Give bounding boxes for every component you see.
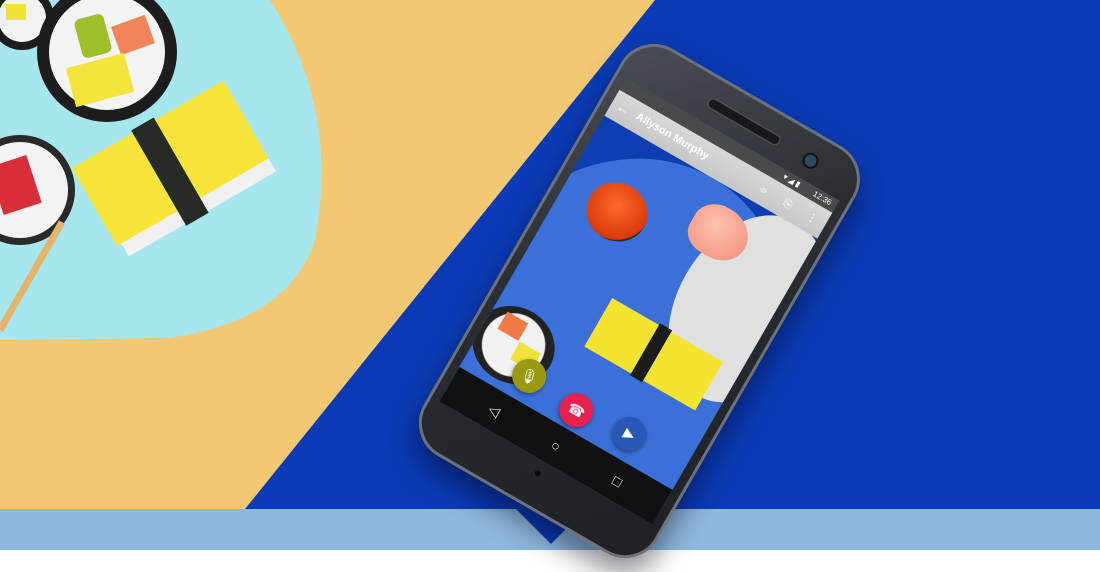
- recents-square-icon[interactable]: □: [604, 467, 631, 494]
- switch-camera-icon[interactable]: ⎘: [778, 195, 797, 214]
- home-circle-icon[interactable]: ○: [542, 432, 569, 459]
- back-triangle-icon[interactable]: ◁: [481, 396, 508, 423]
- phone-hangup-icon: ☎: [564, 398, 588, 422]
- videocam-icon: ▶: [620, 424, 639, 444]
- mic-icon: 🎙: [517, 364, 541, 388]
- arrow-left-icon[interactable]: ←: [614, 98, 636, 120]
- promo-scene: ▾◢▮ 12:36 ← Allyson Murphy ⌯ ⎘ ⋮ 🎙 ☎ ▶ ◁…: [0, 0, 1100, 572]
- more-vert-icon[interactable]: ⋮: [802, 209, 821, 228]
- filter-icon[interactable]: ⌯: [754, 181, 773, 200]
